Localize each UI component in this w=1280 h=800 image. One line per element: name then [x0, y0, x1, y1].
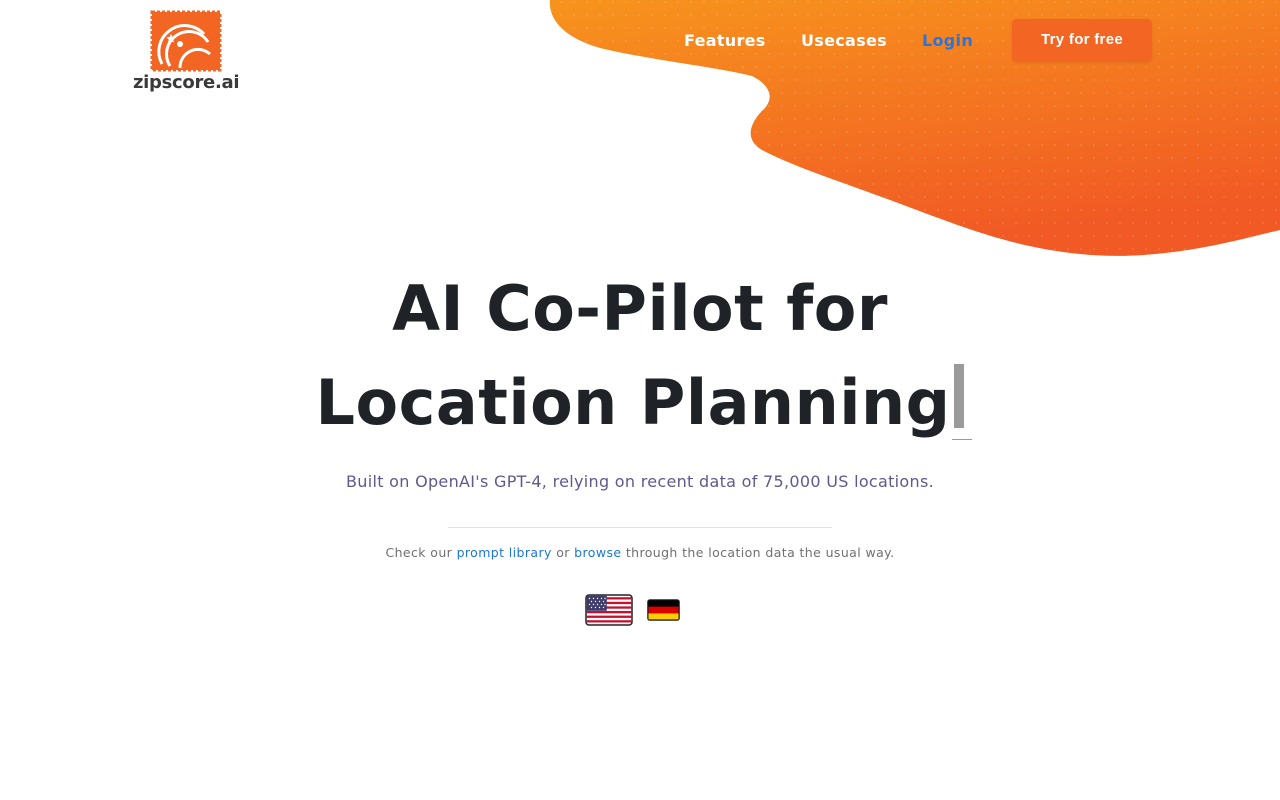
hero-title: AI Co-Pilot for Location Planning [0, 262, 1280, 450]
landing-page: zipscore.ai Features Usecases Login Try … [0, 0, 1280, 800]
us-flag-icon[interactable] [585, 594, 633, 626]
nav-login-link[interactable]: Login [922, 31, 973, 50]
hero-title-line-2: Location Planning [315, 366, 951, 439]
library-line-middle: or [556, 545, 570, 560]
library-line-suffix: through the location data the usual way. [625, 545, 895, 560]
nav-usecases-link[interactable]: Usecases [801, 31, 887, 50]
section-divider [448, 527, 832, 528]
typing-cursor [952, 364, 973, 440]
top-navigation: Features Usecases Login Try for free [0, 0, 1280, 80]
hero-title-line-1: AI Co-Pilot for [392, 272, 888, 345]
nav-features-link[interactable]: Features [684, 31, 766, 50]
browse-link[interactable]: browse [574, 545, 621, 560]
language-switcher [585, 594, 680, 626]
library-line-prefix: Check our [385, 545, 453, 560]
prompt-library-line: Check our prompt library or browse throu… [0, 545, 1280, 560]
hero-subtitle: Built on OpenAI's GPT-4, relying on rece… [346, 472, 934, 491]
try-for-free-button[interactable]: Try for free [1012, 19, 1152, 62]
hero-section: AI Co-Pilot for Location Planning [0, 262, 1280, 450]
germany-flag-icon[interactable] [647, 599, 680, 621]
prompt-library-link[interactable]: prompt library [457, 545, 552, 560]
